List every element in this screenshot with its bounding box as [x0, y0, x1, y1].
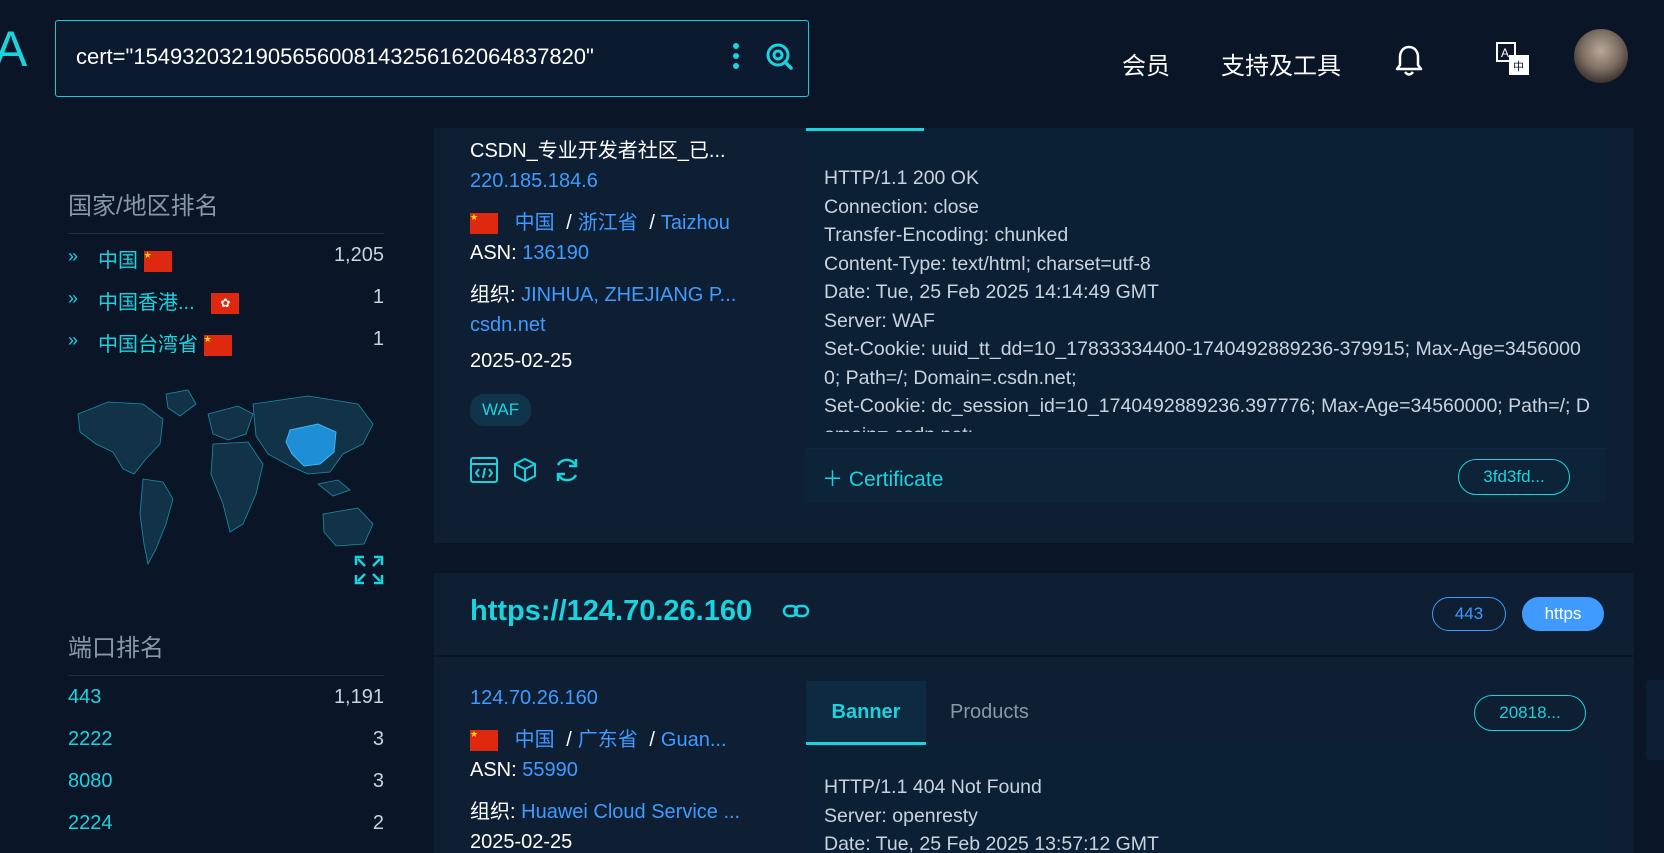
code-icon[interactable] [470, 457, 498, 488]
port-row[interactable]: 443 1,191 [68, 676, 384, 718]
double-chevron-icon: » [68, 246, 78, 266]
province-link[interactable]: 浙江省 [578, 212, 638, 234]
port-row[interactable]: 2224 2 [68, 802, 384, 844]
banner-panel: HTTP/1.1 200 OK Connection: close Transf… [806, 128, 1606, 503]
location: ★ 中国 / 广东省 / Guan... [470, 729, 727, 752]
result-card: 124.70.26.160 ★ 中国 / 广东省 / Guan... ASN: 55… [434, 657, 1634, 853]
date: 2025-02-25 [470, 350, 573, 372]
port-badge[interactable]: 443 [1432, 597, 1506, 631]
province-link[interactable]: 广东省 [578, 729, 638, 751]
org-link[interactable]: Huawei Cloud Service ... [521, 801, 740, 823]
double-chevron-icon: » [68, 330, 78, 350]
banner-content: HTTP/1.1 200 OK Connection: close Transf… [824, 167, 1590, 432]
ip-link[interactable]: 124.70.26.160 [470, 687, 598, 710]
nav-tools[interactable]: 支持及工具 [1221, 46, 1341, 81]
city-link[interactable]: Taizhou [661, 212, 730, 234]
port-count: 3 [372, 728, 384, 750]
org-link[interactable]: JINHUA, ZHEJIANG P... [521, 284, 736, 306]
country-row[interactable]: » 中国 ★ 1,205 [68, 234, 384, 276]
port-ranking-title: 端口排名 [68, 635, 164, 662]
hash-badge[interactable]: 20818... [1474, 695, 1586, 731]
port-number[interactable]: 8080 [68, 770, 113, 793]
organization: 组织: JINHUA, ZHEJIANG P... [470, 284, 737, 306]
translate-icon[interactable]: A 中 [1496, 42, 1530, 81]
avatar[interactable] [1574, 29, 1628, 83]
result-header: https://124.70.26.160 443 https [434, 573, 1634, 655]
china-flag-icon: ★ [470, 730, 498, 752]
world-map[interactable] [68, 374, 384, 585]
port-count: 3 [372, 770, 384, 792]
result-url[interactable]: https://124.70.26.160 [470, 595, 752, 628]
asn-link[interactable]: 55990 [522, 759, 578, 781]
ip-link[interactable]: 220.185.184.6 [470, 170, 598, 193]
asn: ASN: 136190 [470, 242, 589, 264]
port-row[interactable]: 2222 3 [68, 718, 384, 760]
port-number[interactable]: 2222 [68, 728, 113, 751]
certificate-toggle[interactable]: ＋ Certificate [822, 463, 943, 493]
country-ranking-title: 国家/地区排名 [68, 193, 219, 220]
hong-kong-flag-icon: ✿ [211, 293, 240, 315]
country-count: 1 [372, 328, 384, 350]
tab-strip: Banner Products 20818... [806, 681, 1606, 745]
waf-tag[interactable]: WAF [470, 394, 532, 426]
banner-panel: Banner Products 20818... HTTP/1.1 404 No… [806, 681, 1606, 853]
site-title[interactable]: CSDN_专业开发者社区_已... [470, 134, 726, 163]
country-row[interactable]: » 中国香港... ✿ 1 [68, 276, 384, 318]
asn: ASN: 55990 [470, 759, 578, 781]
location: ★ 中国 / 浙江省 / Taizhou [470, 212, 730, 235]
more-options-icon[interactable] [730, 43, 742, 75]
cert-hash-badge[interactable]: 3fd3fd... [1458, 459, 1570, 495]
result-card: CSDN_专业开发者社区_已... 220.185.184.6 ★ 中国 / 浙江… [434, 128, 1634, 543]
country-count: 1 [372, 286, 384, 308]
certificate-bar[interactable]: ＋ Certificate 3fd3fd... [806, 448, 1606, 503]
country-link[interactable]: 中国 [515, 729, 555, 751]
port-count: 2 [372, 812, 384, 834]
search-box[interactable]: cert="1549320321905656008143256162064837… [55, 20, 809, 97]
port-number[interactable]: 443 [68, 686, 101, 709]
asn-link[interactable]: 136190 [522, 242, 589, 264]
cube-icon[interactable] [512, 457, 538, 488]
tab-banner[interactable]: Banner [806, 681, 926, 745]
port-row[interactable]: 8080 3 [68, 760, 384, 802]
country-link[interactable]: 中国 [515, 212, 555, 234]
city-link[interactable]: Guan... [661, 729, 727, 751]
plus-icon: ＋ [822, 468, 843, 491]
logo[interactable]: A [0, 24, 27, 74]
port-number[interactable]: 2224 [68, 812, 113, 835]
china-flag-icon: ★ [143, 251, 172, 273]
organization: 组织: Huawei Cloud Service ... [470, 801, 741, 823]
domain-link[interactable]: csdn.net [470, 314, 546, 337]
protocol-badge[interactable]: https [1522, 597, 1604, 631]
search-input[interactable]: cert="1549320321905656008143256162064837… [76, 44, 594, 70]
refresh-icon[interactable] [553, 456, 581, 489]
svg-text:中: 中 [1513, 60, 1524, 73]
svg-text:A: A [1501, 46, 1509, 60]
bell-icon[interactable] [1394, 44, 1424, 83]
top-bar: A cert="15493203219056560081432561620648… [0, 0, 1664, 128]
banner-content: HTTP/1.1 404 Not Found Server: openresty… [824, 776, 1159, 853]
search-icon[interactable] [764, 41, 794, 71]
active-tab-indicator [806, 128, 924, 131]
country-name[interactable]: 中国 [98, 250, 138, 272]
link-icon[interactable] [782, 603, 810, 624]
nav-membership[interactable]: 会员 [1122, 46, 1170, 81]
country-count: 1,205 [333, 244, 384, 266]
date: 2025-02-25 [470, 831, 573, 853]
double-chevron-icon: » [68, 288, 78, 308]
country-name[interactable]: 中国香港... [98, 292, 195, 314]
sidebar: 国家/地区排名 » 中国 ★ 1,205 » 中国香港... ✿ 1 » 中国台… [68, 128, 384, 844]
tab-products[interactable]: Products [950, 681, 1029, 745]
country-name[interactable]: 中国台湾省 [98, 334, 198, 356]
china-flag-icon: ★ [470, 213, 498, 235]
card-actions [470, 456, 591, 489]
country-row[interactable]: » 中国台湾省 ★ 1 [68, 318, 384, 360]
side-panel-edge[interactable] [1646, 680, 1664, 760]
port-count: 1,191 [333, 686, 384, 708]
expand-icon[interactable] [354, 555, 384, 590]
china-flag-icon: ★ [203, 335, 232, 357]
